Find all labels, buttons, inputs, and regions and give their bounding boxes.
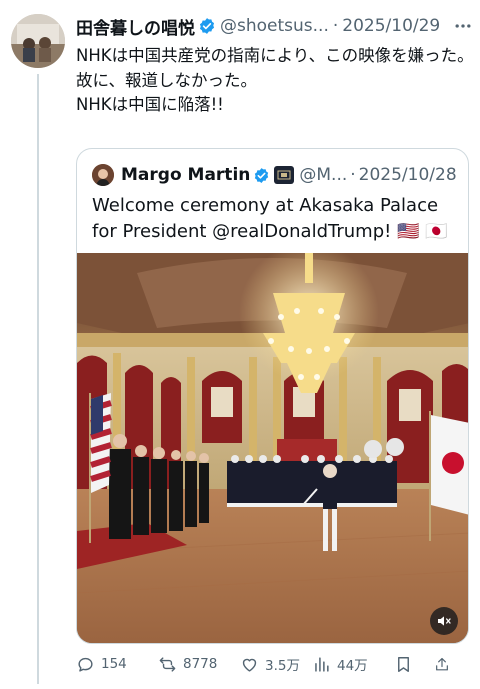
quoted-tweet-text: Welcome ceremony at Akasaka Palace for P… <box>92 195 448 242</box>
views-icon <box>315 656 329 672</box>
thread-line <box>37 74 39 684</box>
author-name[interactable]: 田舎暮しの唱悦 <box>76 14 195 39</box>
more-icon[interactable] <box>452 16 474 36</box>
verified-badge-icon <box>199 18 215 34</box>
author-handle[interactable]: @shoetsus... <box>220 16 329 36</box>
verified-badge-icon <box>255 167 269 183</box>
reply-count: 154 <box>101 656 127 672</box>
tweet-line: NHKは中国共産党の指南により、この映像を嫌った。 <box>76 46 474 65</box>
reply-icon <box>78 657 93 672</box>
quoted-tweet-header: Margo Martin @M... · 2025/10/28 <box>92 163 457 187</box>
bookmark-button[interactable] <box>394 655 434 674</box>
like-button[interactable]: 3.5万 <box>240 654 312 674</box>
mute-button[interactable] <box>430 607 458 635</box>
tweet-header: 田舎暮しの唱悦 @shoetsus... · 2025/10/29 <box>76 14 440 39</box>
author-avatar[interactable] <box>11 14 65 68</box>
separator-dot: · <box>350 165 356 185</box>
quoted-author-avatar <box>92 164 114 186</box>
tweet-line: 故に、報道しなかった。 <box>76 70 258 90</box>
separator-dot: · <box>332 16 339 36</box>
tweet-line: NHKは中国に陥落!! <box>76 95 224 114</box>
video-player[interactable] <box>77 253 468 643</box>
quoted-tweet-date: 2025/10/28 <box>358 165 457 185</box>
repost-icon <box>159 656 176 672</box>
like-count: 3.5万 <box>265 658 300 674</box>
repost-button[interactable]: 8778 <box>158 655 240 674</box>
quoted-tweet[interactable]: Margo Martin @M... · 2025/10/28 Welcome … <box>76 148 469 644</box>
quoted-author-handle: @M... <box>299 165 348 185</box>
action-bar: 154 8778 3.5万 44万 <box>76 650 472 678</box>
tweet-text: NHKは中国共産党の指南により、この映像を嫌った。 故に、報道しなかった。 NH… <box>76 44 474 118</box>
share-button[interactable] <box>434 655 456 674</box>
views-button[interactable]: 44万 <box>312 654 394 674</box>
tweet-date[interactable]: 2025/10/29 <box>342 16 440 36</box>
quoted-author-name: Margo Martin <box>121 165 251 185</box>
mute-icon <box>438 616 451 626</box>
heart-icon <box>242 658 257 672</box>
reply-button[interactable]: 154 <box>76 655 158 674</box>
video-frame <box>77 253 468 643</box>
repost-count: 8778 <box>183 656 218 672</box>
bookmark-icon <box>398 656 409 672</box>
affiliation-badge-icon <box>274 166 295 184</box>
share-icon <box>436 657 448 670</box>
view-count: 44万 <box>337 658 368 674</box>
